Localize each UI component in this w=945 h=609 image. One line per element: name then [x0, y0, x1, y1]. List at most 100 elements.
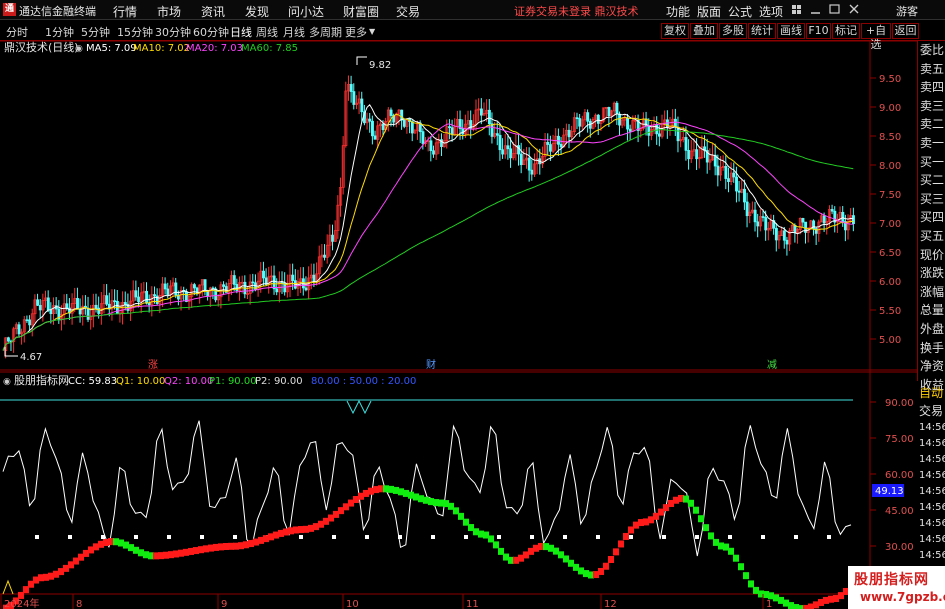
candle-body	[724, 166, 728, 179]
quote-field-label: 卖四	[920, 80, 945, 95]
low-label: 4.67	[20, 352, 42, 363]
candle-body	[94, 304, 98, 309]
trade-time: 14:56	[919, 550, 945, 561]
candle-body	[166, 288, 170, 295]
menu-item-discover[interactable]: 发现	[245, 3, 269, 20]
period-30min[interactable]: 30分钟	[155, 24, 191, 40]
level-dot	[68, 535, 72, 539]
menu-item-options[interactable]: 选项	[759, 3, 783, 20]
period-60min[interactable]: 60分钟	[193, 24, 229, 40]
trade-time: 14:56	[919, 470, 945, 481]
price-axis: 9.50 9.00 8.50 8.00 7.50 7.00 6.50 6.00 5.50 5.00	[870, 74, 901, 346]
more-dropdown-icon[interactable]: ▼	[369, 27, 375, 36]
candle-body	[402, 119, 406, 127]
button-stats[interactable]: 统计	[748, 23, 776, 39]
button-overlay[interactable]: 叠加	[690, 23, 718, 39]
candle-body	[6, 337, 10, 342]
q-marker	[2, 579, 14, 595]
event-marker-finance[interactable]: 财	[426, 358, 436, 371]
time-tick-label: 9	[221, 599, 227, 609]
button-adjust[interactable]: 复权	[661, 23, 689, 39]
event-marker-reduce[interactable]: 减	[767, 359, 777, 371]
maximize-icon[interactable]	[829, 4, 840, 14]
button-back[interactable]: 返回	[892, 23, 919, 39]
period-5min[interactable]: 5分钟	[81, 24, 110, 40]
candle-body	[737, 190, 741, 193]
app-name: 通达信金融终端	[19, 5, 96, 18]
button-multi-stock[interactable]: 多股	[719, 23, 747, 39]
candle-body	[304, 287, 308, 291]
period-15min[interactable]: 15分钟	[117, 24, 153, 40]
candle-body	[349, 84, 353, 92]
close-icon[interactable]	[849, 4, 859, 14]
level-dot	[761, 535, 765, 539]
period-daily[interactable]: 日线	[230, 24, 252, 40]
period-multi[interactable]: 多周期	[309, 24, 342, 40]
menu-item-ask[interactable]: 问小达	[288, 3, 324, 20]
menu-item-function[interactable]: 功能	[666, 3, 690, 20]
menu-item-formula[interactable]: 公式	[728, 3, 752, 20]
ma20-label: MA20: 7.03	[186, 43, 243, 54]
guest-label[interactable]: 游客	[896, 3, 918, 19]
indicator-levels: 80.00 : 50.00 : 20.00	[311, 376, 416, 387]
level-dot	[431, 535, 435, 539]
grid-icon[interactable]	[792, 5, 801, 14]
candle-body	[549, 144, 552, 152]
chart-area[interactable]: 鼎汉技术(日线) ◉ MA5: 7.09 MA10: 7.02 MA20: 7.…	[0, 41, 917, 609]
button-f10[interactable]: F10	[806, 23, 831, 39]
watermark-title: 股朋指标网	[854, 572, 929, 588]
candle-body	[331, 234, 335, 242]
candle-body	[487, 109, 491, 125]
candle-body	[782, 230, 786, 241]
candle-body	[373, 135, 377, 140]
level-dot	[299, 535, 303, 539]
time-tick-label: 2024年	[4, 597, 39, 609]
candle-body	[323, 254, 327, 258]
level-dot	[629, 535, 633, 539]
button-draw[interactable]: 画线	[777, 23, 805, 39]
event-marker-limit-up[interactable]: 涨	[148, 359, 158, 371]
candle-body	[745, 201, 749, 217]
period-1min[interactable]: 1分钟	[45, 24, 74, 40]
ma60-label: MA60: 7.85	[241, 43, 298, 54]
cross-signal	[346, 399, 372, 415]
trade-time: 14:56	[919, 518, 945, 529]
menu-item-quotes[interactable]: 行情	[113, 3, 137, 20]
candle-body	[163, 283, 167, 290]
menu-item-news[interactable]: 资讯	[201, 3, 225, 20]
indicator-tick-label: 90.00	[885, 398, 914, 409]
trade-label[interactable]: 交易	[917, 402, 945, 420]
menu-item-trade[interactable]: 交易	[396, 3, 420, 20]
candle-body	[137, 296, 141, 303]
menu-item-wealth[interactable]: 财富圈	[343, 3, 379, 20]
quote-field-label: 买一	[920, 154, 945, 169]
quote-field-label: 现价	[920, 247, 945, 262]
period-weekly[interactable]: 周线	[256, 24, 278, 40]
button-add-watchlist[interactable]: +自选	[861, 23, 891, 51]
candle-body	[695, 149, 699, 160]
candle-body	[49, 309, 53, 315]
period-more[interactable]: 更多	[345, 24, 367, 40]
candle-body	[716, 165, 720, 176]
period-monthly[interactable]: 月线	[283, 24, 305, 40]
candle-body	[38, 305, 42, 311]
period-intraday[interactable]: 分时	[6, 24, 28, 40]
candle-body	[596, 114, 600, 124]
menu-item-layout[interactable]: 版面	[697, 3, 721, 20]
ma-toggle-icon[interactable]: ◉	[75, 44, 83, 54]
time-tick-label: 8	[76, 599, 82, 609]
trade-time: 14:56	[919, 438, 945, 449]
menu-item-market[interactable]: 市场	[157, 3, 181, 20]
indicator-toggle-icon[interactable]: ◉	[3, 377, 11, 387]
candle-body	[222, 284, 226, 287]
candle-body	[851, 215, 855, 225]
period-toolbar: 分时 1分钟 5分钟 15分钟 30分钟 60分钟 日线 周线 月线 多周期 更…	[0, 21, 945, 51]
high-label: 9.82	[369, 60, 391, 71]
candle-body	[421, 131, 425, 144]
trade-time: 14:56	[919, 454, 945, 465]
candle-body	[567, 129, 571, 138]
candle-body	[450, 127, 454, 135]
button-mark[interactable]: 标记	[832, 23, 860, 39]
auto-label[interactable]: 自动	[917, 384, 945, 402]
candle-body	[360, 98, 364, 113]
